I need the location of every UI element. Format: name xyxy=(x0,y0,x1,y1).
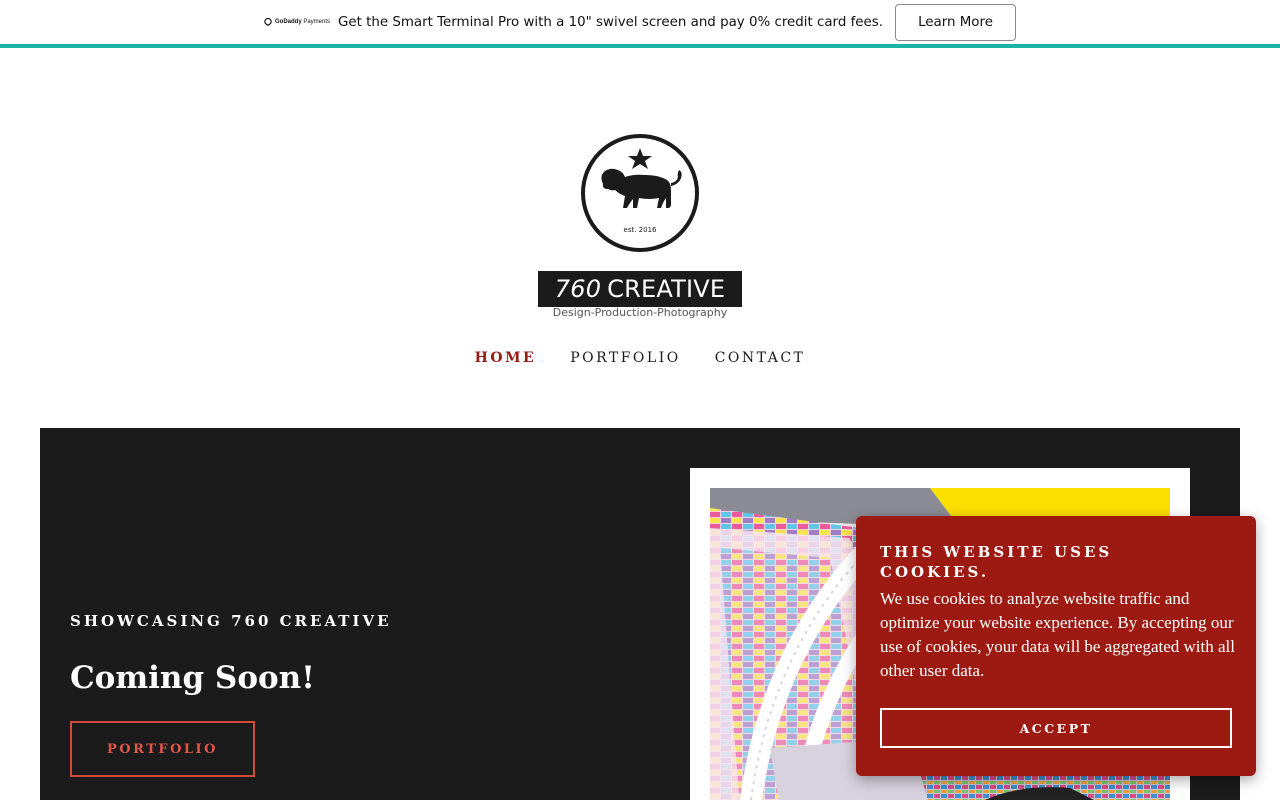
nav-item-portfolio[interactable]: PORTFOLIO xyxy=(570,350,681,366)
accept-cookies-button[interactable]: ACCEPT xyxy=(880,708,1232,748)
logo-tagline: Design-Production-Photography xyxy=(552,306,728,319)
hero-portfolio-button[interactable]: PORTFOLIO xyxy=(70,721,255,777)
logo-number: 760 xyxy=(554,275,602,303)
cookie-consent-dialog: THIS WEBSITE USES COOKIES. We use cookie… xyxy=(856,516,1256,776)
hero-eyebrow: SHOWCASING 760 CREATIVE xyxy=(70,612,392,630)
promo-text: Get the Smart Terminal Pro with a 10" sw… xyxy=(338,14,884,30)
cookie-title: THIS WEBSITE USES COOKIES. xyxy=(880,543,1113,581)
site-logo[interactable]: est. 2016 760 CREATIVE Design-Production-… xyxy=(537,134,743,324)
nav-item-home[interactable]: HOME xyxy=(475,350,537,366)
promo-banner: GoDaddy Payments Get the Smart Terminal … xyxy=(0,0,1280,44)
cookie-body: We use cookies to analyze website traffi… xyxy=(880,589,1235,680)
godaddy-payments-logo: GoDaddy Payments xyxy=(264,18,330,26)
hero-title: Coming Soon! xyxy=(70,660,315,696)
svg-text:est. 2016: est. 2016 xyxy=(624,226,658,234)
logo-wordmark: 760 CREATIVE xyxy=(538,271,742,307)
logo-word: CREATIVE xyxy=(607,275,726,303)
promo-accent-bar xyxy=(0,44,1280,48)
main-nav: HOME PORTFOLIO CONTACT xyxy=(0,350,1280,366)
promo-brand-strong: GoDaddy xyxy=(274,19,302,25)
godaddy-icon xyxy=(264,18,272,26)
lion-badge-icon: est. 2016 xyxy=(581,134,699,252)
promo-brand-light: Payments xyxy=(303,19,331,25)
nav-item-contact[interactable]: CONTACT xyxy=(715,350,806,366)
learn-more-button[interactable]: Learn More xyxy=(895,3,1017,41)
